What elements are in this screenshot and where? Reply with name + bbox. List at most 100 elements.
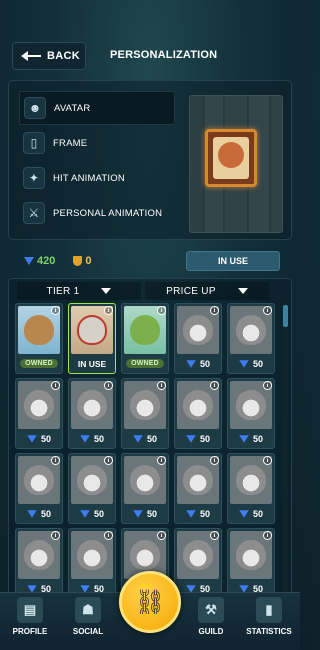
avatar-card[interactable]: i 50 (174, 303, 222, 374)
avatar-card[interactable]: i50 (174, 528, 222, 597)
avatar-card[interactable]: i 50 (15, 378, 63, 449)
avatar-card[interactable]: i50 (121, 453, 169, 524)
nav-statistics[interactable]: ▮ STATISTICS (244, 597, 294, 636)
avatar-card[interactable]: i 50 (15, 453, 63, 524)
avatar-card[interactable]: i50 (174, 378, 222, 449)
info-icon[interactable]: i (157, 531, 166, 540)
info-icon[interactable]: i (51, 381, 60, 390)
frame-icon: ▯ (23, 132, 45, 154)
avatar-card[interactable]: i 50 (68, 378, 116, 449)
avatar-card[interactable]: i IN USE (68, 303, 116, 374)
menu-item-hit-animation[interactable]: ✦ HIT ANIMATION (19, 161, 175, 195)
nav-label: STATISTICS (246, 627, 292, 636)
avatar-image (236, 315, 266, 345)
avatar-card[interactable]: i OWNED (15, 303, 63, 374)
menu-item-label: PERSONAL ANIMATION (53, 207, 163, 219)
price-label: 50 (252, 358, 263, 369)
info-icon[interactable]: i (263, 381, 272, 390)
avatar-card[interactable]: i OWNED (121, 303, 169, 374)
tier-dropdown[interactable]: TIER 1 (17, 282, 141, 300)
in-use-button[interactable]: IN USE (186, 251, 280, 271)
avatar-card[interactable]: i 50 (68, 453, 116, 524)
info-icon[interactable]: i (210, 531, 219, 540)
sort-label: PRICE UP (166, 285, 216, 297)
tier-label: TIER 1 (46, 285, 80, 297)
menu-item-label: HIT ANIMATION (53, 172, 125, 184)
avatar-grid-panel: TIER 1 PRICE UP i OWNED i IN USE i OWNED i 50 i 5… (8, 278, 292, 598)
card-footer: OWNED (16, 356, 62, 371)
scrollbar[interactable] (283, 301, 288, 596)
price-label: 50 (252, 508, 263, 519)
nav-social[interactable]: ☗ SOCIAL (63, 597, 113, 636)
price-label: 50 (93, 433, 104, 444)
avatar-image (183, 540, 213, 570)
scrollbar-thumb[interactable] (283, 305, 288, 327)
price-label: 50 (93, 508, 104, 519)
avatar-card[interactable]: i 50 (227, 303, 275, 374)
info-icon[interactable]: i (51, 531, 60, 540)
info-icon[interactable]: i (210, 456, 219, 465)
card-footer: 50 (69, 506, 115, 521)
gem-icon (186, 359, 196, 368)
info-icon[interactable]: i (104, 381, 113, 390)
avatar-image (130, 390, 160, 420)
back-button[interactable]: BACK (12, 42, 86, 70)
avatar-preview (189, 95, 283, 233)
menu-item-label: AVATAR (54, 102, 91, 114)
sort-dropdown[interactable]: PRICE UP (145, 282, 269, 300)
owned-badge: OWNED (126, 359, 164, 368)
card-footer: IN USE (69, 356, 115, 371)
avatar-card[interactable]: i 50 (227, 453, 275, 524)
category-menu: ☻ AVATAR ▯ FRAME ✦ HIT ANIMATION ⚔ PERSO… (19, 91, 175, 231)
nav-guild[interactable]: ⚒ GUILD (186, 597, 236, 636)
avatar-card[interactable]: i50 (68, 528, 116, 597)
card-footer: 50 (69, 431, 115, 446)
info-icon[interactable]: i (210, 381, 219, 390)
info-icon[interactable]: i (157, 456, 166, 465)
nav-label: SOCIAL (72, 627, 104, 636)
link-action-button[interactable]: ⛓ (119, 571, 181, 633)
price-label: 50 (146, 433, 157, 444)
card-footer: 50 (16, 431, 62, 446)
info-icon[interactable]: i (104, 306, 113, 315)
card-footer: 50 (228, 506, 274, 521)
info-icon[interactable]: i (51, 306, 60, 315)
info-icon[interactable]: i (157, 306, 166, 315)
preview-avatar-image (218, 142, 244, 168)
info-icon[interactable]: i (51, 456, 60, 465)
gem-icon (80, 434, 90, 443)
coin-amount: 0 (85, 255, 92, 267)
info-icon[interactable]: i (157, 381, 166, 390)
avatar-image (77, 465, 107, 495)
nav-profile[interactable]: ▤ PROFILE (5, 597, 55, 636)
avatar-image (130, 315, 160, 345)
card-footer: 50 (228, 431, 274, 446)
filter-bar: TIER 1 PRICE UP (17, 282, 273, 300)
info-icon[interactable]: i (263, 456, 272, 465)
menu-item-personal-animation[interactable]: ⚔ PERSONAL ANIMATION (19, 196, 175, 230)
price-label: 50 (252, 433, 263, 444)
info-icon[interactable]: i (104, 531, 113, 540)
menu-item-avatar[interactable]: ☻ AVATAR (19, 91, 175, 125)
avatar-card[interactable]: i 50 (121, 378, 169, 449)
price-label: 50 (40, 508, 51, 519)
info-icon[interactable]: i (104, 456, 113, 465)
owned-badge: OWNED (20, 359, 58, 368)
avatar-image (130, 465, 160, 495)
avatar-card[interactable]: i 50 (227, 378, 275, 449)
menu-item-frame[interactable]: ▯ FRAME (19, 126, 175, 160)
axes-icon: ⚔ (23, 202, 45, 224)
info-icon[interactable]: i (263, 306, 272, 315)
avatar-image (236, 540, 266, 570)
card-footer: 50 (16, 506, 62, 521)
avatar-image (77, 390, 107, 420)
gem-icon (186, 509, 196, 518)
card-footer: 50 (175, 356, 221, 371)
burst-icon: ✦ (23, 167, 45, 189)
avatar-card[interactable]: i50 (174, 453, 222, 524)
avatar-card[interactable]: i50 (227, 528, 275, 597)
card-footer: OWNED (122, 356, 168, 371)
info-icon[interactable]: i (263, 531, 272, 540)
info-icon[interactable]: i (210, 306, 219, 315)
avatar-card[interactable]: i50 (15, 528, 63, 597)
